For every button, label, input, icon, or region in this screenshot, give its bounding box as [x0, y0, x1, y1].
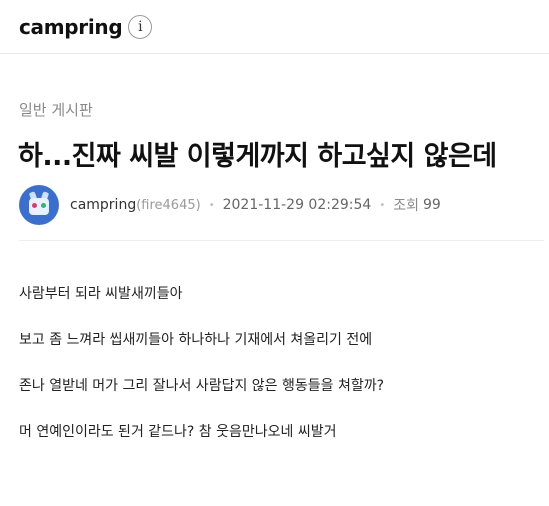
views-count: 99 — [422, 197, 441, 213]
avatar-eye — [32, 203, 37, 208]
top-navigation-bar: campring i — [0, 0, 549, 54]
author-name[interactable]: campring — [70, 197, 136, 213]
avatar[interactable] — [19, 185, 59, 225]
author-id: (fire4645) — [136, 197, 201, 213]
views-label: 조회 — [393, 198, 419, 214]
meta-separator: • — [379, 199, 386, 211]
brand-logo[interactable]: campring — [19, 15, 123, 39]
post-body-line: 보고 좀 느껴라 씹새끼들아 하나하나 기재에서 쳐올리기 전에 — [19, 332, 373, 348]
info-icon[interactable]: i — [128, 14, 153, 39]
post-body-line: 존나 열받네 머가 그리 잘나서 사람답지 않은 행동들을 쳐할까? — [19, 378, 385, 394]
post-meta: campring (fire4645) • 2021-11-29 02:29:5… — [19, 185, 441, 225]
meta-separator: • — [208, 199, 215, 211]
post-date: 2021-11-29 02:29:54 — [222, 197, 372, 213]
post-body-line: 머 연예인이라도 된거 같드나? 참 웃음만나오네 씨발거 — [19, 424, 337, 440]
post-title: 하...진짜 씨발 이렇게까지 하고싶지 않은데 — [18, 141, 497, 172]
avatar-eye — [41, 203, 46, 208]
divider — [19, 240, 544, 241]
board-name[interactable]: 일반 게시판 — [19, 99, 93, 120]
post-body-line: 사람부터 되라 씨발새끼들아 — [19, 286, 183, 302]
post-body: 사람부터 되라 씨발새끼들아 보고 좀 느껴라 씹새끼들아 하나하나 기재에서 … — [19, 284, 539, 468]
